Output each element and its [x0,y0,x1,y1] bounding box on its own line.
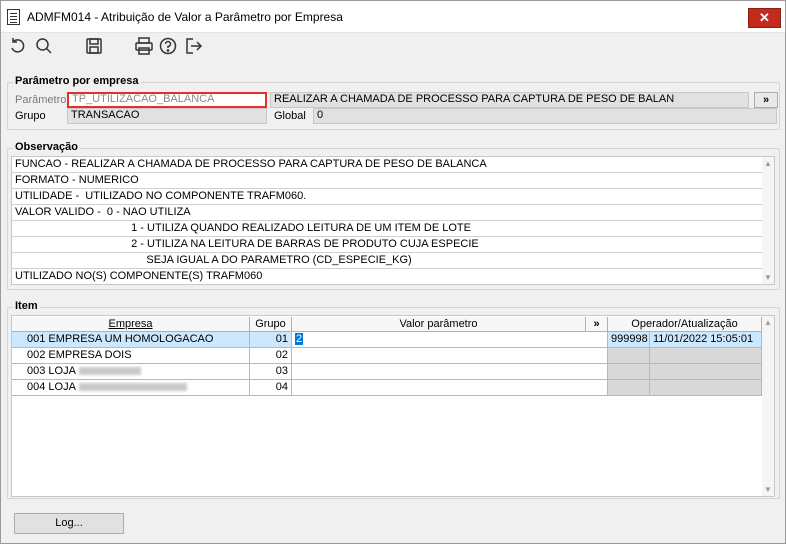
parametro-expand-button[interactable]: » [754,92,778,108]
observacao-line: FUNCAO - REALIZAR A CHAMADA DE PROCESSO … [12,157,764,173]
parametro-input[interactable]: TP_UTILIZACAO_BALANCA [67,92,267,108]
valor-value: 2 [295,333,304,345]
empresa-name: EMPRESA UM HOMOLOGACAO [48,333,214,345]
valor-cell[interactable] [292,380,608,396]
atualizacao-cell [650,348,762,364]
undo-icon[interactable] [8,36,28,56]
observacao-line: UTILIZADO NO(S) COMPONENTE(S) TRAFM060 [15,270,263,282]
item-legend: Item [13,300,40,312]
valor-cell[interactable] [292,348,608,364]
redacted-text [78,367,141,376]
window-title: ADMFM014 - Atribuição de Valor a Parâmet… [27,10,343,24]
scroll-up-icon[interactable]: ▲ [764,318,772,327]
title-bar: ADMFM014 - Atribuição de Valor a Parâmet… [1,1,785,33]
observacao-line: 2 - UTILIZA NA LEITURA DE BARRAS DE PROD… [12,237,764,253]
empresa-name: LOJA [48,365,76,377]
parametro-description: REALIZAR A CHAMADA DE PROCESSO PARA CAPT… [270,92,749,108]
observacao-line: FORMATO - NUMERICO [12,173,764,189]
empresa-name: LOJA [48,381,76,393]
operador-cell [608,380,650,396]
search-icon[interactable] [34,36,54,56]
empresa-cell[interactable]: 002 EMPRESA DOIS [12,348,250,364]
observacao-scrollbar[interactable]: ▲ ▼ [762,157,774,284]
global-label: Global [274,110,306,122]
redacted-text [78,383,187,392]
close-button[interactable]: ✕ [748,8,781,28]
global-field: 0 [313,108,777,124]
column-header-empresa-label: Empresa [108,318,153,330]
save-icon[interactable] [84,36,104,56]
empresa-cell[interactable]: 004 LOJA [12,380,250,396]
atualizacao-cell [650,380,762,396]
column-header-valor[interactable]: Valor parâmetro [292,317,586,332]
document-icon [7,9,20,25]
observacao-line: VALOR VALIDO - 0 - NAO UTILIZA [12,205,764,221]
grupo-field: TRANSACAO [67,108,267,124]
empresa-cell[interactable]: 001 EMPRESA UM HOMOLOGACAO [12,332,250,348]
observacao-line: SEJA IGUAL A DO PARAMETRO (CD_ESPECIE_KG… [12,253,764,269]
toolbar [1,34,785,60]
column-header-empresa[interactable]: Empresa [12,317,250,332]
parametro-label: Parâmetro [15,94,67,106]
atualizacao-cell [650,364,762,380]
observacao-line: 1 - UTILIZA QUANDO REALIZADO LEITURA DE … [12,221,764,237]
observacao-legend: Observação [13,141,80,153]
grupo-cell[interactable]: 03 [250,364,292,380]
column-header-operador[interactable]: Operador/Atualização [608,317,762,332]
operador-cell [608,348,650,364]
atualizacao-cell: 11/01/2022 15:05:01 [650,332,762,348]
empresa-cell[interactable]: 003 LOJA [12,364,250,380]
empresa-code: 003 [27,365,46,377]
item-grid-scrollbar[interactable]: ▲ ▼ [762,316,774,496]
grupo-cell[interactable]: 01 [250,332,292,348]
help-icon[interactable] [158,36,178,56]
empresa-name: EMPRESA DOIS [48,349,132,361]
empresa-code: 004 [27,381,46,393]
print-icon[interactable] [134,36,154,56]
valor-cell[interactable] [292,364,608,380]
scroll-up-icon[interactable]: ▲ [764,159,772,168]
operador-cell: 999998 [608,332,650,348]
scroll-down-icon[interactable]: ▼ [764,485,772,494]
grupo-label: Grupo [15,110,46,122]
grupo-cell[interactable]: 04 [250,380,292,396]
grupo-cell[interactable]: 02 [250,348,292,364]
valor-cell[interactable]: 2 [292,332,608,348]
log-button[interactable]: Log... [14,513,124,534]
valor-expand-button[interactable]: » [586,317,608,332]
empresa-code: 002 [27,349,46,361]
operador-cell [608,364,650,380]
observacao-line: UTILIDADE - UTILIZADO NO COMPONENTE TRAF… [12,189,764,205]
main-window: ADMFM014 - Atribuição de Valor a Parâmet… [0,0,786,544]
column-header-grupo[interactable]: Grupo [250,317,292,332]
parametro-legend: Parâmetro por empresa [13,75,141,87]
scroll-down-icon[interactable]: ▼ [764,273,772,282]
exit-icon[interactable] [184,36,204,56]
item-grid: Empresa Grupo Valor parâmetro » Operador… [11,315,775,497]
empresa-code: 001 [27,333,46,345]
observacao-textbox[interactable]: FUNCAO - REALIZAR A CHAMADA DE PROCESSO … [11,156,775,285]
